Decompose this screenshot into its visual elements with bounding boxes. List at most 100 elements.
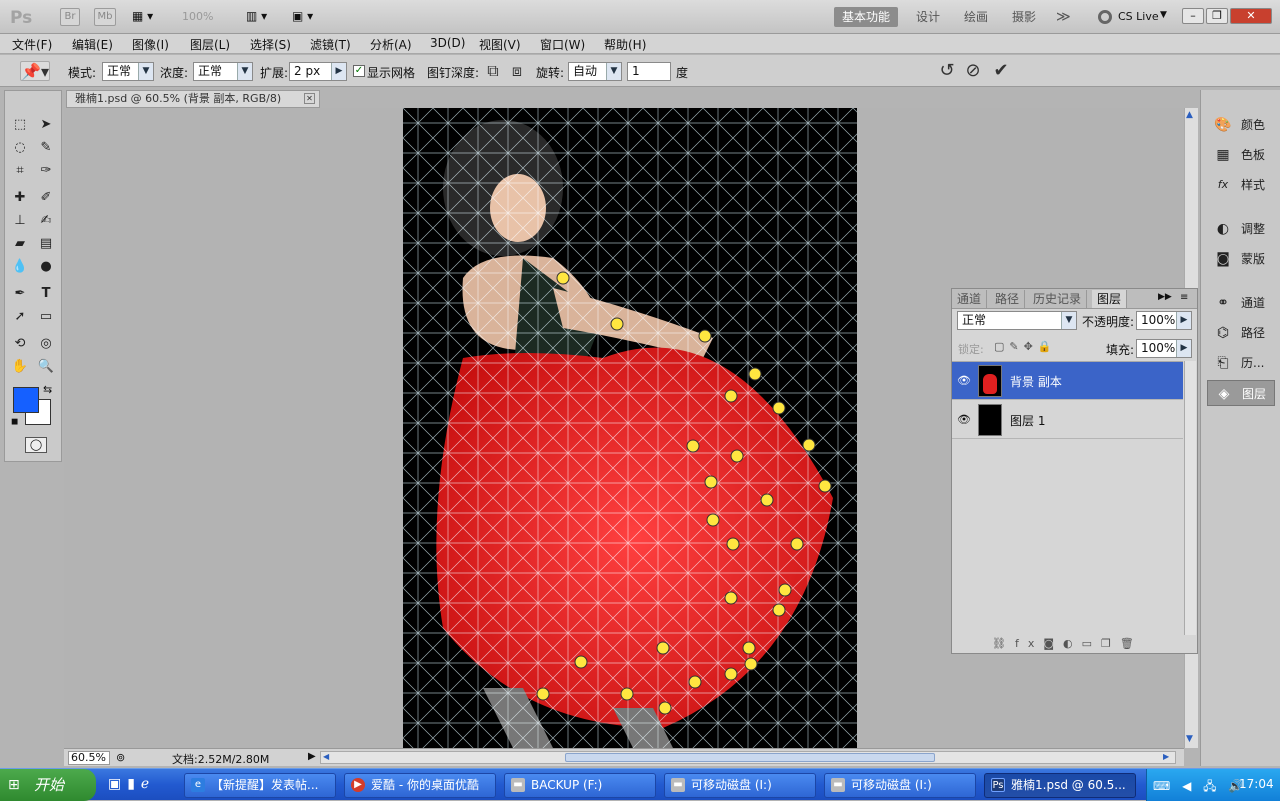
close-button[interactable]: ✕	[1230, 8, 1272, 24]
expand-input[interactable]: 2 px ▶	[289, 62, 347, 81]
horizontal-scrollbar[interactable]: ◀ ▶	[320, 751, 1176, 764]
type-tool-icon[interactable]: T	[35, 284, 57, 304]
scroll-left-icon[interactable]: ◀	[323, 752, 329, 761]
workspace-essentials[interactable]: 基本功能	[834, 7, 899, 27]
document-tab[interactable]: 雅楠1.psd @ 60.5% (背景 副本, RGB/8) ✕	[66, 90, 320, 108]
status-info-icon[interactable]: ⊚	[116, 751, 125, 764]
healing-brush-tool-icon[interactable]: ✚	[9, 188, 31, 208]
screen-mode-button[interactable]: ▣ ▾	[292, 9, 313, 23]
blur-tool-icon[interactable]: 💧	[9, 257, 31, 277]
clone-stamp-tool-icon[interactable]: ⊥	[9, 211, 31, 231]
panel-styles[interactable]: fx 样式	[1207, 172, 1275, 198]
task-backup-drive[interactable]: ▬ BACKUP (F:)	[504, 773, 656, 798]
rotate-select[interactable]: 自动 ▼	[568, 62, 622, 81]
view-extras-button[interactable]: ▦ ▾	[132, 9, 164, 25]
panel-masks[interactable]: ◙ 蒙版	[1207, 246, 1275, 272]
default-colors-icon[interactable]: ◼	[11, 417, 18, 427]
lock-options-icon[interactable]: ▢✎✥🔒	[994, 340, 1057, 353]
foreground-color-swatch[interactable]	[13, 387, 39, 413]
hand-tool-icon[interactable]: ✋	[9, 357, 31, 377]
bridge-button[interactable]: Br	[60, 8, 80, 26]
visibility-eye-icon[interactable]: 👁	[956, 374, 972, 388]
tab-layers[interactable]: 图层	[1092, 290, 1128, 308]
brush-tool-icon[interactable]: ✐	[35, 188, 57, 208]
menu-view[interactable]: 视图(V)	[479, 36, 521, 53]
dodge-tool-icon[interactable]: ●	[35, 257, 57, 277]
zoom-level-select[interactable]: 100%	[182, 10, 213, 23]
show-mesh-checkbox[interactable]: ✓	[353, 65, 365, 77]
panel-menu-icon[interactable]: ≡	[1180, 292, 1188, 303]
task-removable-disk-1[interactable]: ▬ 可移动磁盘 (I:)	[664, 773, 816, 798]
menu-image[interactable]: 图像(I)	[132, 36, 169, 53]
clock[interactable]: 17:04	[1239, 777, 1274, 791]
task-photoshop[interactable]: Ps 雅楠1.psd @ 60.5...	[984, 773, 1136, 798]
3d-rotate-tool-icon[interactable]: ⟲	[9, 334, 31, 354]
task-browser-post[interactable]: e 【新提醒】发表帖...	[184, 773, 336, 798]
menu-filter[interactable]: 滤镜(T)	[310, 36, 351, 53]
marquee-tool-icon[interactable]: ⬚	[9, 115, 31, 135]
more-workspaces-button[interactable]: ≫	[1048, 7, 1079, 27]
blend-mode-select[interactable]: 正常 ▼	[957, 311, 1077, 330]
path-selection-tool-icon[interactable]: ➚	[9, 307, 31, 327]
fill-input[interactable]: 100% ▶	[1136, 339, 1192, 358]
rectangle-tool-icon[interactable]: ▭	[35, 307, 57, 327]
pin-depth-up-icon[interactable]: ⧉	[483, 61, 503, 81]
tab-history[interactable]: 历史记录	[1028, 290, 1088, 308]
mini-bridge-button[interactable]: Mb	[94, 8, 116, 26]
layer-actions-toolbar[interactable]: ⛓fx◙◐▭❐🗑	[992, 637, 1143, 650]
document-canvas[interactable]	[403, 108, 857, 748]
task-removable-disk-2[interactable]: ▬ 可移动磁盘 (I:)	[824, 773, 976, 798]
restore-button[interactable]: ❐	[1206, 8, 1228, 24]
close-document-icon[interactable]: ✕	[304, 93, 315, 104]
menu-edit[interactable]: 编辑(E)	[72, 36, 113, 53]
layers-scrollbar[interactable]	[1184, 361, 1196, 635]
panel-paths[interactable]: ⌬ 路径	[1207, 320, 1275, 346]
task-youku-desktop[interactable]: ▶ 爱酷 - 你的桌面优酷	[344, 773, 496, 798]
menu-window[interactable]: 窗口(W)	[540, 36, 585, 53]
zoom-field[interactable]: 60.5%	[68, 751, 110, 765]
arrange-documents-button[interactable]: ▥ ▾	[246, 9, 267, 23]
history-brush-tool-icon[interactable]: ✍	[35, 211, 57, 231]
panel-collapse-icon[interactable]: ▶▶	[1158, 292, 1172, 302]
tool-preset-picker[interactable]: 📌▾	[20, 61, 50, 81]
start-button[interactable]: ⊞ 开始	[0, 769, 96, 801]
panel-swatches[interactable]: ▦ 色板	[1207, 142, 1275, 168]
minimize-button[interactable]: –	[1182, 8, 1204, 24]
zoom-tool-icon[interactable]: 🔍	[35, 357, 57, 377]
cs-live-dropdown-icon[interactable]: ▼	[1160, 10, 1167, 20]
scroll-right-icon[interactable]: ▶	[1163, 752, 1169, 761]
workspace-painting[interactable]: 绘画	[956, 7, 996, 27]
cs-live-button[interactable]: CS Live	[1118, 10, 1159, 23]
quick-mask-icon[interactable]: ◯	[25, 437, 47, 453]
menu-select[interactable]: 选择(S)	[250, 36, 291, 53]
layer-row[interactable]: 👁 图层 1	[952, 401, 1183, 439]
tab-channels[interactable]: 通道	[952, 290, 988, 308]
menu-layer[interactable]: 图层(L)	[190, 36, 230, 53]
reset-icon[interactable]: ↺	[936, 60, 958, 81]
horizontal-scroll-thumb[interactable]	[565, 753, 935, 762]
visibility-eye-icon[interactable]: 👁	[956, 413, 972, 427]
pen-tool-icon[interactable]: ✒	[9, 284, 31, 304]
menu-file[interactable]: 文件(F)	[12, 36, 52, 53]
density-select[interactable]: 正常 ▼	[193, 62, 253, 81]
pin-depth-down-icon[interactable]: ⧈	[507, 61, 527, 81]
panel-color[interactable]: 🎨 颜色	[1207, 112, 1275, 138]
opacity-input[interactable]: 100% ▶	[1136, 311, 1192, 330]
move-tool-icon[interactable]: ➤	[35, 115, 57, 135]
workspace-photography[interactable]: 摄影	[1004, 7, 1044, 27]
eraser-tool-icon[interactable]: ▰	[9, 234, 31, 254]
scroll-down-icon[interactable]: ▼	[1186, 734, 1193, 744]
panel-channels[interactable]: ⚭ 通道	[1207, 290, 1275, 316]
panel-adjustments[interactable]: ◐ 调整	[1207, 216, 1275, 242]
gradient-tool-icon[interactable]: ▤	[35, 234, 57, 254]
tray-icons[interactable]: ⌨ ◀ 🖧 🔊	[1153, 777, 1247, 798]
eyedropper-tool-icon[interactable]: ✑	[35, 161, 57, 181]
quick-selection-tool-icon[interactable]: ✎	[35, 138, 57, 158]
panel-history[interactable]: ⎗ 历...	[1207, 350, 1275, 376]
3d-orbit-tool-icon[interactable]: ◎	[35, 334, 57, 354]
menu-help[interactable]: 帮助(H)	[604, 36, 646, 53]
tab-paths[interactable]: 路径	[990, 290, 1026, 308]
status-menu-icon[interactable]: ▶	[308, 751, 316, 762]
menu-3d[interactable]: 3D(D)	[430, 36, 465, 50]
scroll-up-icon[interactable]: ▲	[1186, 110, 1193, 120]
